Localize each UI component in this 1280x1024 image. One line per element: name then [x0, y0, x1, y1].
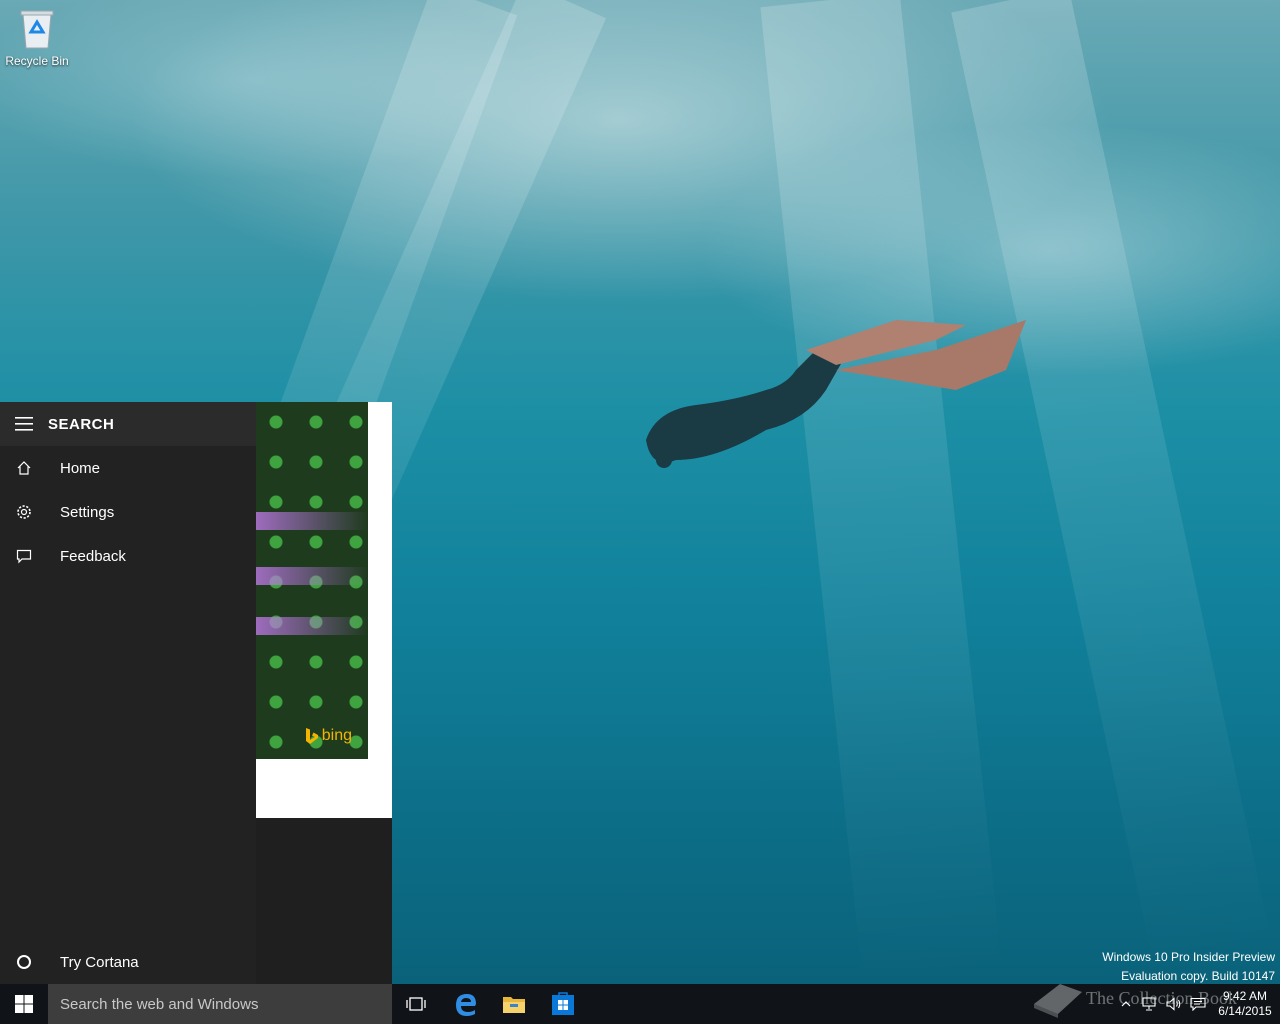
watermark-edition: Windows 10 Pro Insider Preview: [1102, 950, 1275, 964]
feedback-icon: [0, 534, 48, 578]
network-icon[interactable]: [1138, 984, 1162, 1024]
bing-daily-image[interactable]: bing: [256, 402, 368, 759]
bing-logo-text: bing: [321, 727, 352, 744]
recycle-bin-icon: [20, 10, 54, 49]
bing-logo: bing: [305, 727, 352, 745]
bing-logo-icon: [305, 728, 318, 744]
snorkeler-illustration: [646, 320, 1026, 468]
store-taskbar-button[interactable]: [539, 984, 587, 1024]
clock-date: 6/14/2015: [1218, 1004, 1272, 1018]
nav-item-home-label: Home: [60, 459, 101, 477]
volume-icon[interactable]: [1162, 984, 1186, 1024]
search-pane-header: SEARCH: [0, 402, 256, 446]
hamburger-menu-icon[interactable]: [0, 402, 48, 446]
nav-item-settings-label: Settings: [60, 503, 115, 521]
search-panel: SEARCH Home Settings Feedback Try Cortan…: [0, 402, 392, 984]
recycle-bin-shortcut[interactable]: Recycle Bin: [2, 6, 72, 76]
recycle-bin-label: Recycle Bin: [5, 54, 69, 68]
task-view-button[interactable]: [392, 984, 440, 1024]
store-icon: [552, 992, 574, 1015]
nav-item-settings[interactable]: Settings: [0, 490, 256, 534]
clock-time: 9:42 AM: [1222, 989, 1268, 1003]
edge-browser-icon: [456, 994, 476, 1016]
taskbar-search-box[interactable]: [48, 984, 392, 1024]
taskbar-clock[interactable]: 9:42 AM 6/14/2015: [1210, 989, 1280, 1019]
action-center-icon[interactable]: [1186, 984, 1210, 1024]
try-cortana-button[interactable]: Try Cortana: [0, 940, 256, 984]
build-watermark: Windows 10 Pro Insider Preview Evaluatio…: [1102, 948, 1275, 986]
start-button[interactable]: [0, 984, 48, 1024]
edge-taskbar-button[interactable]: [442, 984, 490, 1024]
gear-icon: [0, 490, 48, 534]
nav-item-feedback[interactable]: Feedback: [0, 534, 256, 578]
taskbar: The Collection Book 9:42 AM 6/14/2015: [0, 984, 1280, 1024]
try-cortana-label: Try Cortana: [60, 953, 139, 971]
nav-item-feedback-label: Feedback: [60, 547, 126, 565]
light-ray: [760, 0, 1003, 986]
search-pane-title: SEARCH: [48, 415, 115, 433]
windows-logo-icon: [15, 995, 33, 1013]
taskbar-search-input[interactable]: [60, 995, 380, 1013]
cortana-circle-icon: [0, 940, 48, 984]
home-icon: [0, 446, 48, 490]
search-content-area: bing: [256, 402, 392, 818]
chevron-up-icon[interactable]: [1114, 984, 1138, 1024]
task-view-icon: [406, 997, 426, 1011]
system-tray: 9:42 AM 6/14/2015: [1114, 984, 1280, 1024]
file-explorer-taskbar-button[interactable]: [490, 984, 538, 1024]
nav-item-home[interactable]: Home: [0, 446, 256, 490]
file-explorer-icon: [503, 997, 525, 1013]
search-nav-pane: SEARCH Home Settings Feedback Try Cortan…: [0, 402, 256, 984]
